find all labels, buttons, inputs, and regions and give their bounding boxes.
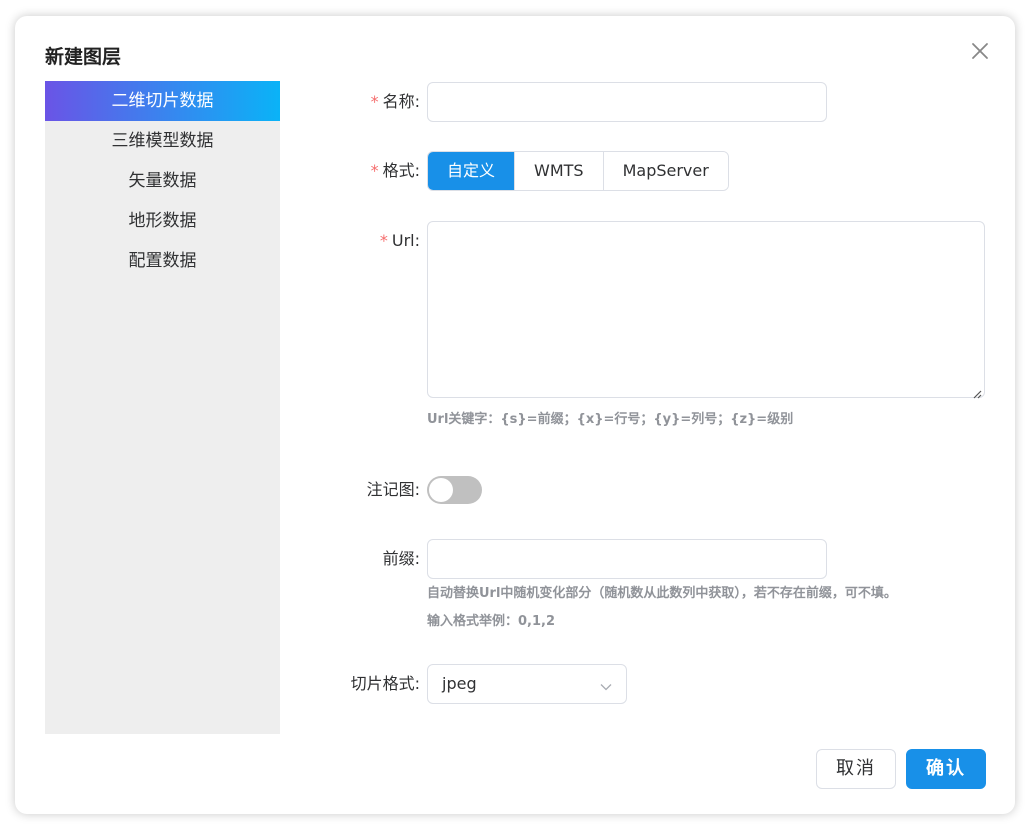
prefix-hint: 自动替换Url中随机变化部分（随机数从此数列中获取），若不存在前缀，可不填。 [427, 586, 897, 601]
name-label: * 名称: [370, 92, 420, 111]
resize-grip-icon[interactable] [972, 384, 982, 403]
format-option-wmts[interactable]: WMTS [514, 152, 603, 190]
required-mark: * [370, 92, 379, 111]
sidebar-item-config[interactable]: 配置数据 [45, 241, 280, 281]
sidebar-item-vector[interactable]: 矢量数据 [45, 161, 280, 201]
annotation-toggle[interactable] [427, 476, 482, 504]
required-mark: * [379, 231, 388, 250]
sidebar-item-3d-model[interactable]: 三维模型数据 [45, 121, 280, 161]
tile-format-label: 切片格式: [350, 674, 420, 693]
annotation-label: 注记图: [366, 480, 420, 499]
required-mark: * [370, 161, 379, 180]
sidebar-item-2d-tile[interactable]: 二维切片数据 [45, 81, 280, 121]
toggle-knob [429, 478, 453, 502]
format-option-custom[interactable]: 自定义 [428, 152, 515, 190]
prefix-example-hint: 输入格式举例：0,1,2 [427, 614, 556, 629]
close-icon[interactable] [969, 40, 991, 62]
prefix-input[interactable] [427, 539, 827, 579]
tile-format-select[interactable]: jpeg [427, 664, 627, 704]
format-option-mapserver[interactable]: MapServer [602, 152, 728, 190]
data-type-sidebar: 二维切片数据 三维模型数据 矢量数据 地形数据 配置数据 [45, 81, 280, 734]
dialog-title: 新建图层 [45, 46, 122, 68]
confirm-button[interactable]: 确认 [906, 749, 986, 789]
url-textarea[interactable] [427, 221, 985, 398]
chevron-down-icon [600, 678, 612, 697]
sidebar-item-terrain[interactable]: 地形数据 [45, 201, 280, 241]
format-segmented-control: 自定义 WMTS MapServer [427, 151, 729, 191]
url-hint: Url关键字：{s}=前缀；{x}=行号；{y}=列号；{z}=级别 [427, 412, 794, 427]
format-label: * 格式: [370, 161, 420, 180]
cancel-button[interactable]: 取消 [816, 749, 896, 789]
name-input[interactable] [427, 82, 827, 122]
url-label: * Url: [379, 231, 420, 250]
tile-format-value: jpeg [442, 674, 477, 693]
new-layer-dialog: 新建图层 二维切片数据 三维模型数据 矢量数据 地形数据 配置数据 * 名称: *… [15, 16, 1015, 814]
prefix-label: 前缀: [382, 549, 420, 568]
